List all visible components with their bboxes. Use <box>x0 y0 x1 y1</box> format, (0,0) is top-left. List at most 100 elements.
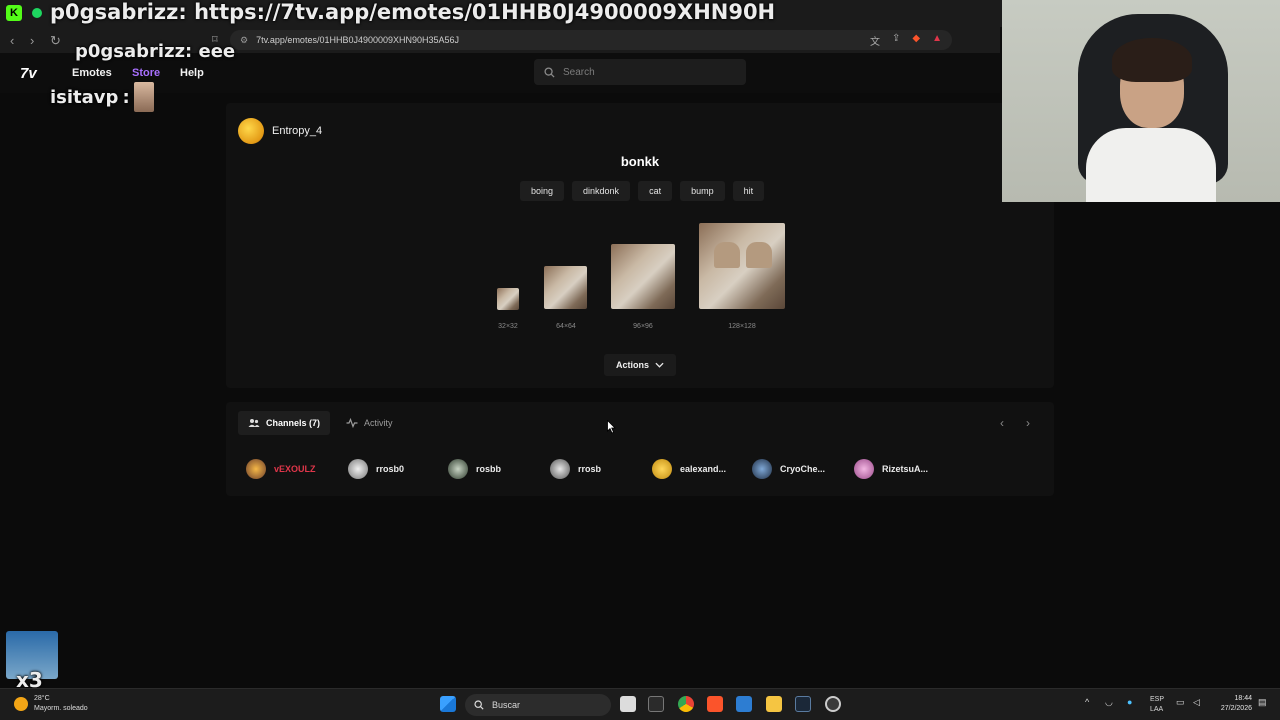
site-info-icon[interactable]: ⚙ <box>240 35 248 46</box>
headset-icon[interactable]: ◡ <box>1105 697 1113 708</box>
chrome-icon[interactable] <box>678 696 694 712</box>
clock-time: 18:44 <box>1234 695 1252 702</box>
chat-message: p0gsabrizz: eee <box>75 41 235 62</box>
system-clock[interactable]: 18:44 27/2/2026 <box>1212 694 1252 714</box>
tab-activity[interactable]: Activity <box>336 411 403 435</box>
forward-icon[interactable]: › <box>30 33 34 48</box>
users-icon <box>248 419 260 427</box>
search-placeholder: Search <box>563 66 595 78</box>
channel-avatar <box>854 459 874 479</box>
chat-text: : eee <box>185 41 236 62</box>
tab-activity-label: Activity <box>364 418 393 428</box>
size-label-128: 128×128 <box>728 323 756 330</box>
language-code: ESP <box>1150 696 1165 703</box>
taskbar-search-label: Buscar <box>492 700 521 710</box>
search-icon <box>474 700 484 710</box>
network-icon[interactable]: ▭ <box>1176 697 1185 708</box>
task-view-icon[interactable] <box>620 696 636 712</box>
chat-message: p0gsabrizz: https://7tv.app/emotes/01HHB… <box>50 0 775 24</box>
channel-avatar <box>550 459 570 479</box>
brave-rewards-icon[interactable]: ▲ <box>932 33 942 48</box>
language-indicator[interactable]: ESP LAA <box>1150 695 1164 715</box>
nav-emotes[interactable]: Emotes <box>72 67 112 79</box>
weather-temp: 28°C <box>34 695 50 702</box>
activity-icon <box>346 418 358 428</box>
emote-preview-64[interactable] <box>544 266 587 309</box>
tab-channels-label: Channels (7) <box>266 418 321 428</box>
tag-bump[interactable]: bump <box>680 181 725 201</box>
url-field[interactable]: ⚙ 7tv.app/emotes/01HHB0J4900009XHN90H35A… <box>230 30 952 50</box>
emote-preview-128[interactable] <box>699 223 785 309</box>
channel-item[interactable]: vEXOULZ <box>246 459 316 479</box>
mouse-cursor-icon <box>607 420 616 434</box>
epic-games-icon[interactable] <box>648 696 664 712</box>
size-label-96: 96×96 <box>633 323 653 330</box>
channel-name: RizetsuA... <box>882 464 929 474</box>
emote-owner[interactable]: Entropy_4 <box>238 118 322 144</box>
taskbar-search[interactable]: Buscar <box>465 694 611 716</box>
kick-tab-icon[interactable]: K <box>6 5 22 21</box>
channel-item[interactable]: rrosb0 <box>348 459 404 479</box>
chat-username: p0gsabrizz <box>75 41 186 62</box>
weather-widget[interactable]: 28°C Mayorm. soleado <box>14 694 88 714</box>
back-icon[interactable]: ‹ <box>10 33 14 48</box>
windows-start-icon[interactable] <box>440 696 456 712</box>
spotify-tab-icon[interactable] <box>32 8 42 18</box>
channel-name: rrosb <box>578 464 602 474</box>
emote-preview-32[interactable] <box>497 288 519 310</box>
chat-text: : https://7tv.app/emotes/01HHB0J4900009X… <box>178 0 776 24</box>
chat-username: isitavp <box>50 86 119 108</box>
chat-message: isitavp: <box>50 82 154 112</box>
channel-item[interactable]: CryoChe... <box>752 459 825 479</box>
channel-name: ealexand... <box>680 464 727 474</box>
clock-date: 27/2/2026 <box>1220 705 1252 712</box>
emote-name: bonkk <box>620 154 660 169</box>
channel-item[interactable]: rosbb <box>448 459 501 479</box>
tag-hit[interactable]: hit <box>732 181 765 201</box>
tray-overflow-icon[interactable]: ^ <box>1085 697 1089 707</box>
keyboard-layout: LAA <box>1150 706 1164 713</box>
weather-desc: Mayorm. soleado <box>34 705 88 712</box>
tag-dinkdonk[interactable]: dinkdonk <box>572 181 631 201</box>
translate-icon[interactable]: 文 <box>870 33 880 48</box>
channel-name: vEXOULZ <box>274 464 316 474</box>
nav-store[interactable]: Store <box>132 67 160 79</box>
channel-item[interactable]: rrosb <box>550 459 601 479</box>
reload-icon[interactable]: ↻ <box>50 33 61 49</box>
channel-avatar <box>752 459 772 479</box>
chat-image <box>133 82 154 112</box>
actions-button[interactable]: Actions <box>604 354 676 376</box>
windows-taskbar: 28°C Mayorm. soleado Buscar ^ ◡ ● ESP LA… <box>0 688 1280 720</box>
emote-card: Entropy_4 bonkk boing dinkdonk cat bump … <box>226 103 1054 388</box>
tab-channels[interactable]: Channels (7) <box>238 411 331 435</box>
prev-page-icon[interactable]: ‹ <box>1000 416 1004 430</box>
channel-item[interactable]: RizetsuA... <box>854 459 928 479</box>
channel-name: rosbb <box>476 464 502 474</box>
channel-name: rrosb0 <box>376 464 405 474</box>
brave-shield-icon[interactable]: ◆ <box>912 33 920 48</box>
tag-boing[interactable]: boing <box>520 181 565 201</box>
volume-icon[interactable]: ◁ <box>1193 697 1200 708</box>
microphone-icon[interactable]: ● <box>1127 697 1132 707</box>
emote-preview-96[interactable] <box>611 244 675 309</box>
chat-username: p0gsabrizz <box>50 0 179 24</box>
webcam-overlay <box>1002 0 1280 202</box>
share-icon[interactable]: ⇪ <box>892 33 900 48</box>
obs-icon[interactable] <box>825 696 841 712</box>
owner-name: Entropy_4 <box>272 125 323 137</box>
brave-icon[interactable] <box>707 696 723 712</box>
steam-icon[interactable] <box>795 696 811 712</box>
sun-icon <box>14 697 28 711</box>
chat-text: : <box>122 86 130 108</box>
file-explorer-icon[interactable] <box>766 696 782 712</box>
url-text: 7tv.app/emotes/01HHB0J4900009XHN90H35A56… <box>256 35 460 45</box>
tag-cat[interactable]: cat <box>638 181 673 201</box>
store-icon[interactable] <box>736 696 752 712</box>
nav-help[interactable]: Help <box>180 67 204 79</box>
7tv-logo[interactable]: 7v <box>20 65 37 82</box>
search-input[interactable]: Search <box>534 59 746 85</box>
channel-item[interactable]: ealexand... <box>652 459 726 479</box>
channel-avatar <box>246 459 266 479</box>
notification-icon[interactable]: ▤ <box>1258 697 1267 708</box>
next-page-icon[interactable]: › <box>1026 416 1030 430</box>
